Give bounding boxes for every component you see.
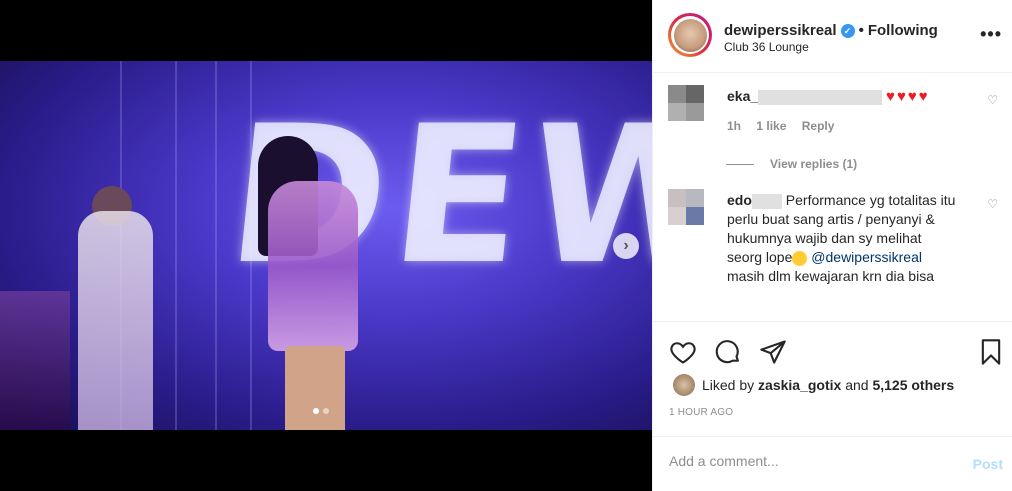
kiss-face-emoji-icon: [792, 250, 808, 266]
location-link[interactable]: Club 36 Lounge: [724, 40, 809, 54]
carousel-indicator: [313, 408, 329, 414]
avatar-image: [673, 18, 707, 52]
view-replies-button[interactable]: View replies (1): [726, 157, 857, 171]
like-comment-heart-icon[interactable]: ♡: [987, 197, 998, 211]
post-comment-button[interactable]: Post: [973, 456, 1003, 472]
like-heart-icon[interactable]: [669, 338, 697, 366]
commenter-avatar[interactable]: [668, 189, 704, 225]
username-link[interactable]: dewiperssikreal: [724, 22, 837, 39]
carousel-dot-active: [313, 408, 319, 414]
comment-bubble-icon[interactable]: [714, 338, 742, 366]
following-button[interactable]: Following: [868, 22, 938, 39]
mention-link[interactable]: @dewiperssikreal: [811, 249, 922, 265]
comment-time: 1h: [727, 119, 742, 133]
heart-emoji: ♥♥♥♥: [886, 88, 930, 105]
post-media: DEWI ›: [0, 0, 652, 491]
comment-item: edo Performance yg totalitas itu perlu b…: [668, 189, 998, 321]
liked-by-avatar[interactable]: [673, 374, 695, 396]
likes-summary: Liked by zaskia_gotix and 5,125 others: [702, 377, 954, 393]
carousel-dot: [323, 408, 329, 414]
liked-by-username[interactable]: zaskia_gotix: [758, 377, 841, 393]
comment-likes[interactable]: 1 like: [756, 119, 786, 133]
singer: [268, 181, 358, 351]
comment-username[interactable]: eka_: [727, 88, 758, 104]
like-comment-heart-icon[interactable]: ♡: [987, 93, 998, 107]
post-photo[interactable]: DEWI: [0, 61, 652, 430]
comment-text-continued: masih dlm kewajaran krn dia bisa: [727, 268, 934, 284]
add-comment-bar: Post: [653, 436, 1012, 491]
avatar[interactable]: [668, 13, 712, 57]
share-paper-plane-icon[interactable]: [759, 338, 787, 366]
guitarist: [78, 211, 153, 430]
comment-item: eka_ ♥♥♥♥ ♡ 1h 1 like Reply View replies…: [668, 85, 998, 195]
comments-list[interactable]: eka_ ♥♥♥♥ ♡ 1h 1 like Reply View replies…: [653, 73, 1012, 321]
post-panel: dewiperssikreal ✓ • Following Club 36 Loung…: [652, 0, 1012, 491]
post-header: dewiperssikreal ✓ • Following Club 36 Loung…: [653, 0, 1012, 73]
redacted-text: [751, 193, 782, 209]
post-timestamp[interactable]: 1 HOUR AGO: [669, 407, 733, 418]
commenter-avatar[interactable]: [668, 85, 704, 121]
view-replies-label: View replies (1): [770, 157, 858, 171]
separator: •: [858, 22, 864, 39]
likes-prefix: Liked by: [702, 377, 755, 393]
next-arrow-icon[interactable]: ›: [613, 233, 639, 259]
likes-conj: and: [845, 377, 869, 393]
comment-username[interactable]: edo: [727, 192, 752, 208]
singer-legs: [285, 346, 345, 430]
light-beam: [215, 61, 217, 430]
verified-badge-icon: ✓: [840, 24, 855, 39]
save-bookmark-icon[interactable]: [977, 338, 1005, 366]
reply-button[interactable]: Reply: [802, 119, 835, 133]
replies-divider: [726, 163, 754, 165]
more-options-icon[interactable]: •••: [980, 24, 1002, 45]
likes-count-link[interactable]: 5,125 others: [872, 377, 954, 393]
light-beam: [175, 61, 177, 430]
musician-silhouette: [0, 291, 70, 430]
add-comment-input[interactable]: [669, 453, 949, 469]
redacted-text: [758, 89, 883, 105]
